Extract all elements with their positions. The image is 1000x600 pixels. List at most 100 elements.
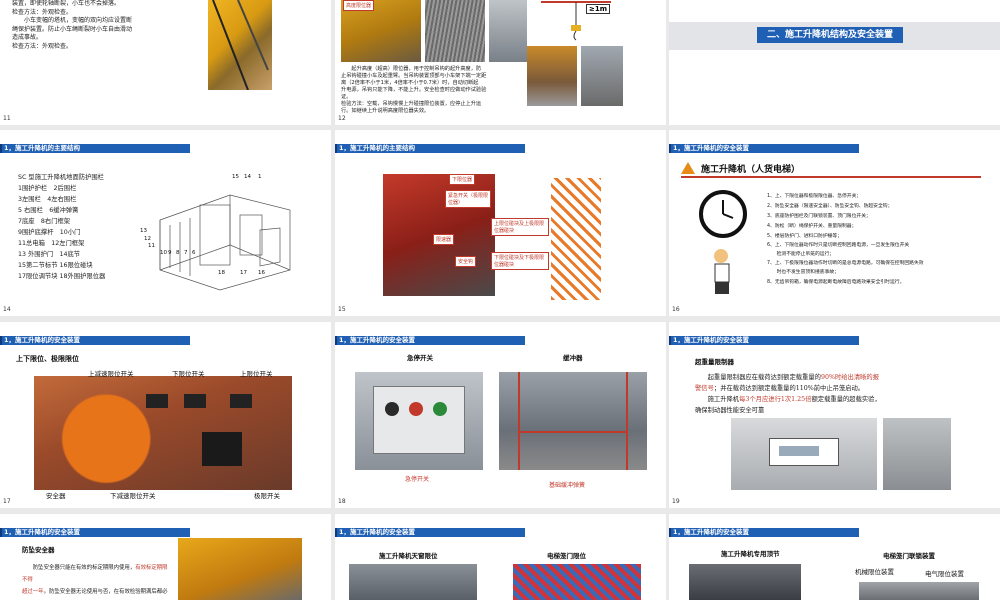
slide-header: 1，施工升降机的安全装置	[0, 528, 190, 537]
limit-switch-photo	[34, 376, 292, 490]
diagram-number: 1	[258, 174, 262, 180]
list-item: 8、无齿吊钩箱，确保电源起断电故障后电路效果安全引时运行。	[767, 280, 905, 285]
safety-gear-photo	[178, 538, 302, 600]
slide-sorter-grid: 装置，即使轮轴断裂，小车也不会掉落。 检查方法：外观检查。 小车变幅的塔机，变幅…	[0, 0, 1000, 600]
slide-number: 18	[338, 498, 346, 505]
highlight-run: 超过一年	[22, 589, 44, 595]
slide-12[interactable]: 高度限位器 ≥1m 起升高度（超高）限位器，用于控制吊钩的起升高度，防 止吊钩碰…	[335, 0, 666, 125]
title-underline	[681, 176, 981, 178]
list-item: SC 型施工升降机地面防护围栏	[18, 174, 104, 181]
interlock-photo	[859, 582, 979, 600]
slide-22[interactable]: 1，施工升降机的安全装置 施工升降机专用顶节 电梯笼门联锁装置 机械限位装置 电…	[669, 514, 1000, 600]
buffer-title: 缓冲器	[563, 354, 583, 362]
list-item: 15第二节标节 16限位碰块	[18, 262, 93, 269]
slide-title: 施工升降机（人货电梯）	[701, 165, 801, 175]
diagram-number: 17	[240, 270, 247, 276]
callout-label: 上限位碰块及上极限限位器碰块	[491, 218, 549, 236]
emergency-stop-caption: 急停开关	[405, 476, 430, 483]
text-run: 。防坠安全器无论使用与否，在有效检验期满后都必须重	[43, 589, 168, 595]
slide-number: 15	[338, 306, 346, 313]
slide-20[interactable]: 1，施工升降机的安全装置 防坠安全器 防坠安全器只能在有效的标定期限内使用，有效…	[0, 514, 331, 600]
slide-header: 1，施工升降机的安全装置	[669, 336, 859, 345]
limit-tag: 高度限位器	[343, 0, 375, 11]
mechanical-limit-label: 机械限位装置	[855, 568, 894, 576]
list-item: 17限位调节块 18外围护限位器	[18, 273, 106, 280]
slide-19[interactable]: 1，施工升降机的安全装置 超重量限制器 起重量限制器应在载荷达到额定载重量的90…	[669, 322, 1000, 508]
list-item: 7、上、下极限限位器动作时切断的是总电源电路，可确保在控制回路失效	[767, 261, 924, 266]
text-run: 确保制动器性能安全可靠	[695, 407, 765, 414]
list-item: 3、底座防护围栏及门联锁装置、顶门限位开关；	[767, 214, 871, 219]
slide-11[interactable]: 装置，即使轮轴断裂，小车也不会掉落。 检查方法：外观检查。 小车变幅的塔机，变幅…	[0, 0, 331, 125]
slide-21[interactable]: 1，施工升降机的安全装置 施工升降机天窗限位 电梯笼门限位	[335, 514, 666, 600]
mast-photo	[551, 178, 601, 300]
clock-person-illustration	[691, 186, 757, 296]
label-safety-device: 安全器	[46, 492, 66, 500]
list-item: 13 外围护门 14底节	[18, 251, 81, 258]
slide-14[interactable]: 1，施工升降机的主要结构 SC 型施工升降机地面防护围栏 1围护护栏 2后围栏 …	[0, 130, 331, 316]
label-lower-decel-switch: 下减速限位开关	[110, 492, 156, 500]
warning-icon	[681, 162, 695, 174]
slide-title: 防坠安全器	[22, 546, 55, 554]
crane-hook-photo-1	[527, 46, 577, 106]
slide-15[interactable]: 1，施工升降机的主要结构 下限位器 紧急开关（极限限位器） 上限位碰块及上极限限…	[335, 130, 666, 316]
slide-header: 1，施工升降机的安全装置	[335, 336, 525, 345]
label-final-limit-switch: 极限开关	[254, 492, 280, 500]
text-line: 止吊钩碰撞小车及起重臂。当吊钩装置顶部与小车架下端一定距	[341, 73, 487, 79]
text-run: ；并在载荷达到额定载重量的110%前中止吊笼启动。	[713, 385, 865, 392]
slide-18[interactable]: 1，施工升降机的安全装置 急停开关 缓冲器 急停开关 基础缓冲弹簧 18	[335, 322, 666, 508]
crane-hook-photo-2	[581, 46, 623, 106]
text-run: 防坠安全器只能在有效的标定期限内使用，	[22, 565, 136, 571]
control-cabinet-photo	[883, 418, 951, 490]
slide-title: 上下限位、极限限位	[16, 355, 79, 363]
cage-door-limit-title: 电梯笼门限位	[547, 552, 586, 560]
section-title: 二、施工升降机结构及安全装置	[757, 27, 904, 43]
label-upper-decel-switch: 上减速限位开关	[88, 370, 134, 378]
electrical-limit-label: 电气限位装置	[925, 570, 964, 578]
crane-trolley-photo	[208, 0, 272, 91]
diagram-number: 12	[144, 236, 151, 242]
slide-number: 16	[672, 306, 680, 313]
label-lower-limit-switch: 下限位开关	[172, 370, 205, 378]
highlight-run: 警信号	[695, 385, 714, 392]
skylight-photo	[349, 564, 477, 600]
diagram-number: 10	[160, 250, 167, 256]
emergency-stop-title: 急停开关	[407, 354, 433, 362]
highlight-run: 每3个月应进行1次1.25倍	[739, 396, 812, 403]
slide-number: 19	[672, 498, 680, 505]
slide-header: 1，施工升降机的安全装置	[669, 144, 859, 153]
diagram-number: 14	[244, 174, 251, 180]
slide-11-text: 装置，即使轮轴断裂，小车也不会掉落。 检查方法：外观检查。 小车变幅的塔机，变幅…	[12, 0, 202, 51]
slide-16[interactable]: 1，施工升降机的安全装置 施工升降机（人货电梯） 1、上、下限位器和极限限位器、…	[669, 130, 1000, 316]
text-line: 行。如继续上升说明高度限位器失效。	[341, 108, 430, 114]
buffer-spring-photo	[499, 372, 647, 470]
list-item: 4、防松（断）绳保护开关、重量限制器；	[767, 224, 857, 229]
slide-header: 1，施工升降机的安全装置	[335, 528, 525, 537]
list-item: 时也不发生冒顶和撞底事故；	[767, 270, 839, 275]
list-item: 9围护底撑杆 10小门	[18, 229, 81, 236]
list-item: 7底座 8右门框架	[18, 218, 71, 225]
text-line: 绳保护装置。防止小车绳断裂时小车自由滑动	[12, 25, 133, 33]
text-line: 造成事故。	[12, 34, 43, 41]
diagram-number: 15	[232, 174, 239, 180]
text-line: 起升高度（超高）限位器，用于控制吊钩的起升高度，防	[341, 66, 482, 72]
limit-device-photo: 高度限位器	[341, 0, 421, 62]
text-line: 证。	[341, 94, 352, 100]
slide-number: 11	[3, 115, 11, 122]
slide-17[interactable]: 1，施工升降机的安全装置 上下限位、极限限位 上减速限位开关 下限位开关 上限位…	[0, 322, 331, 508]
text-line: 离（2倍率不小于1米，4倍率不小于0.7米）时，自动切断起	[341, 80, 479, 86]
slide-13[interactable]: 二、施工升降机结构及安全装置	[669, 0, 1000, 125]
text-line: 装置，即使轮轴断裂，小车也不会掉落。	[12, 0, 121, 7]
callout-label: 紧急开关（极限限位器）	[445, 190, 491, 208]
text-run: 起重量限制器应在载荷达到额定载重量的	[695, 374, 821, 381]
text-line: 检验方法：空载，吊钩慢慢上升碰撞限位装置，应停止上升运	[341, 101, 482, 107]
safety-device-text: 防坠安全器只能在有效的标定期限内使用，有效标定期限不得 超过一年。防坠安全器无论…	[22, 562, 172, 600]
gray-mechanism-photo	[489, 0, 527, 62]
overload-text: 起重量限制器应在载荷达到额定载重量的90%时给出清晰的报 警信号；并在载荷达到额…	[695, 372, 985, 416]
slide-number: 14	[3, 306, 11, 313]
diagram-number: 7	[184, 250, 188, 256]
skylight-limit-title: 施工升降机天窗限位	[379, 552, 438, 560]
top-section-photo	[689, 564, 801, 600]
list-item: 5、楼层防护门、进料口防护栅等；	[767, 234, 843, 239]
slide-header: 1，施工升降机的安全装置	[0, 336, 190, 345]
diagram-number: 9	[168, 250, 172, 256]
